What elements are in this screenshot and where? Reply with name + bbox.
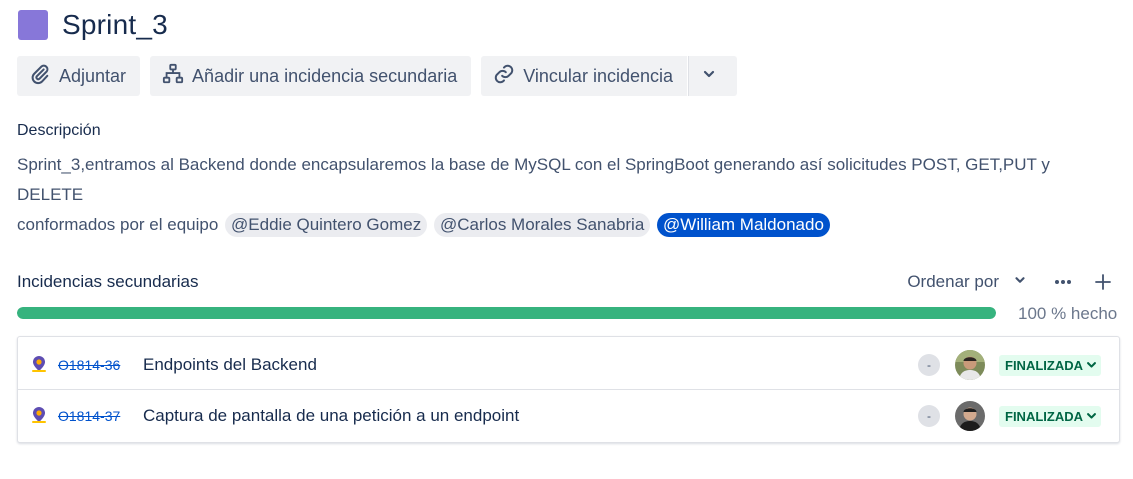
add-child-icon[interactable] bbox=[1091, 270, 1115, 294]
issue-title[interactable]: Sprint_3 bbox=[62, 9, 168, 41]
user-mention[interactable]: @Carlos Morales Sanabria bbox=[433, 213, 651, 237]
description-line: Sprint_3,entramos al Backend donde encap… bbox=[17, 155, 1050, 204]
issue-type-icon bbox=[30, 406, 48, 424]
child-issues-title: Incidencias secundarias bbox=[17, 272, 199, 291]
paperclip-icon bbox=[29, 63, 59, 90]
list-item[interactable]: O1814-36 Endpoints del Backend - FINALIZ… bbox=[18, 339, 1119, 390]
issue-toolbar: Adjuntar Añadir una incidencia secundari… bbox=[17, 56, 747, 96]
issue-summary[interactable]: Endpoints del Backend bbox=[143, 355, 317, 375]
attach-button[interactable]: Adjuntar bbox=[17, 56, 141, 96]
add-child-issue-button[interactable]: Añadir una incidencia secundaria bbox=[150, 56, 472, 96]
priority-indicator[interactable]: - bbox=[918, 354, 940, 376]
child-issues-header: Incidencias secundarias Ordenar por bbox=[17, 270, 1117, 294]
link-icon bbox=[493, 63, 523, 90]
chevron-down-icon bbox=[701, 66, 725, 87]
status-label: FINALIZADA bbox=[1005, 358, 1083, 373]
description-text: conformados por el equipo bbox=[17, 215, 219, 234]
attach-label: Adjuntar bbox=[59, 65, 127, 86]
progress-bar bbox=[17, 307, 996, 319]
issue-key-link[interactable]: O1814-36 bbox=[58, 357, 120, 373]
avatar[interactable] bbox=[955, 350, 985, 380]
user-mention-self[interactable]: @William Maldonado bbox=[657, 213, 830, 237]
link-issue-label: Vincular incidencia bbox=[523, 65, 673, 86]
description-line: conformados por el equipo @Eddie Quinter… bbox=[17, 210, 1117, 240]
issue-summary[interactable]: Captura de pantalla de una petición a un… bbox=[143, 406, 519, 426]
link-issue-button[interactable]: Vincular incidencia bbox=[481, 56, 687, 96]
more-actions-button[interactable] bbox=[688, 56, 737, 96]
list-item[interactable]: O1814-37 Captura de pantalla de una peti… bbox=[18, 390, 1119, 441]
issue-type-icon bbox=[30, 355, 48, 373]
add-child-issue-label: Añadir una incidencia secundaria bbox=[192, 65, 458, 86]
issue-key-link[interactable]: O1814-37 bbox=[58, 408, 120, 424]
user-mention[interactable]: @Eddie Quintero Gomez bbox=[225, 213, 428, 237]
priority-indicator[interactable]: - bbox=[918, 405, 940, 427]
hierarchy-icon bbox=[162, 63, 192, 90]
issue-header: Sprint_3 bbox=[18, 8, 168, 42]
description-body[interactable]: Sprint_3,entramos al Backend donde encap… bbox=[17, 150, 1117, 240]
more-options-icon[interactable] bbox=[1051, 270, 1075, 294]
progress-bar-fill bbox=[17, 307, 996, 319]
epic-color-icon bbox=[18, 10, 48, 40]
chevron-down-icon bbox=[1083, 409, 1097, 424]
sort-by-button[interactable]: Ordenar por bbox=[907, 270, 1027, 294]
status-badge[interactable]: FINALIZADA bbox=[999, 406, 1101, 427]
sort-by-label: Ordenar por bbox=[907, 272, 999, 291]
chevron-down-icon bbox=[999, 272, 1027, 292]
avatar[interactable] bbox=[955, 401, 985, 431]
status-badge[interactable]: FINALIZADA bbox=[999, 355, 1101, 376]
progress-label: 100 % hecho bbox=[1018, 304, 1118, 323]
chevron-down-icon bbox=[1083, 358, 1097, 373]
status-label: FINALIZADA bbox=[1005, 409, 1083, 424]
description-heading: Descripción bbox=[17, 122, 101, 139]
child-issues-list: O1814-36 Endpoints del Backend - FINALIZ… bbox=[17, 336, 1120, 443]
